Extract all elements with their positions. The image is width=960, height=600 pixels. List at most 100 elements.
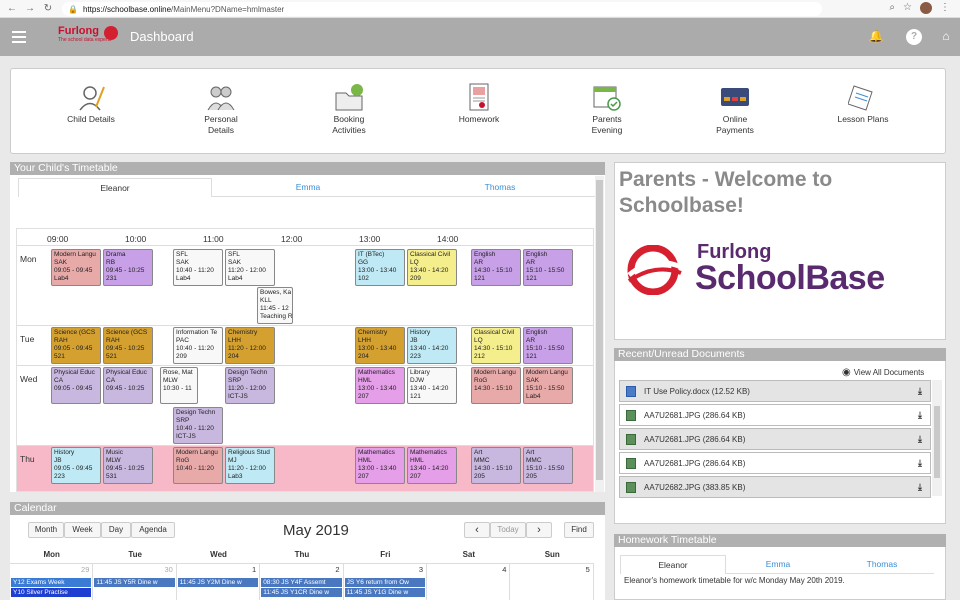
timetable-lesson[interactable]: Music MLW 09:45 - 10:25 531 (103, 447, 153, 484)
home-icon[interactable]: ⌂ (938, 29, 954, 45)
calendar-event[interactable]: 11:45 JS Y1G Dine w (344, 588, 425, 597)
timetable-tab-thomas[interactable]: Thomas (404, 178, 596, 197)
homework-tab-thomas[interactable]: Thomas (830, 555, 934, 574)
calendar-event[interactable]: Y12 Exams Week (11, 578, 92, 587)
today-button[interactable]: Today (490, 522, 526, 538)
quick-link-label: Personal Details (204, 114, 238, 135)
view-all-documents-link[interactable]: ◉ View All Documents (842, 367, 924, 378)
timetable-tab-eleanor[interactable]: Eleanor (18, 178, 212, 197)
calendar-day-cell[interactable]: 3 JS Y6 return from Ow 11:45 JS Y1G Dine w (343, 563, 427, 600)
reload-icon[interactable]: ↻ (40, 3, 56, 14)
timetable-lesson[interactable]: Chemistry LHH 11:20 - 12:00 204 (225, 327, 275, 364)
menu-dots-icon[interactable]: ⋮ (940, 2, 950, 14)
timetable-lesson[interactable]: Design Techn SRP 11:20 - 12:00 ICT-JS (225, 367, 275, 404)
homework-tab-emma[interactable]: Emma (726, 555, 830, 574)
timetable-lesson[interactable]: Classical Civil LQ 14:30 - 15:10 212 (471, 327, 521, 364)
timetable-lesson[interactable]: Library DJW 13:40 - 14:20 121 (407, 367, 457, 404)
hamburger-menu-icon[interactable] (12, 31, 26, 43)
download-icon[interactable]: ⤓ (918, 482, 922, 493)
document-row[interactable]: IT Use Policy.docx (12.52 KB) ⤓ (619, 380, 931, 402)
download-icon[interactable]: ⤓ (918, 410, 922, 421)
calendar-event[interactable]: Y10 Silver Practise (11, 588, 92, 597)
zoom-icon[interactable]: ⌕ (889, 2, 895, 14)
calendar-event[interactable]: 11:45 JS Y2M Dine w (177, 578, 259, 587)
timetable-lesson[interactable]: Science (GCS RAH 09:05 - 09:45 521 (51, 327, 101, 364)
calendar-weekday: Wed (210, 550, 227, 559)
timetable-lesson[interactable]: Modern Langu RoG 10:40 - 11:20 (173, 447, 223, 484)
furlong-logo[interactable]: Furlong The school data experts (58, 25, 122, 49)
timetable-lesson[interactable]: Classical Civil LQ 13:40 - 14:20 209 (407, 249, 457, 286)
document-row[interactable]: AA7U2681.JPG (286.64 KB) ⤓ (619, 404, 931, 426)
time-label: 14:00 (437, 234, 459, 244)
timetable-lesson[interactable]: Mathematics HML 13:40 - 14:20 207 (407, 447, 457, 484)
timetable-lesson[interactable]: SFL SAK 10:40 - 11:20 Lab4 (173, 249, 223, 286)
timetable-lesson[interactable]: History JB 13:40 - 14:20 223 (407, 327, 457, 364)
timetable-lesson[interactable]: Modern Langu SAK 09:05 - 09:45 Lab4 (51, 249, 101, 286)
calendar-day-cell[interactable]: 5 (510, 563, 594, 600)
timetable-lesson[interactable]: Chemistry LHH 13:00 - 13:40 204 (355, 327, 405, 364)
quick-link-lesson-plans[interactable]: Lesson Plans (823, 83, 903, 125)
timetable-lesson[interactable]: Mathematics HML 13:00 - 13:40 207 (355, 367, 405, 404)
quick-link-parents-evening[interactable]: Parents Evening (567, 83, 647, 136)
calendar-view-month[interactable]: Month (28, 522, 64, 538)
quick-link-personal-details[interactable]: Personal Details (181, 83, 261, 136)
timetable-lesson[interactable]: Rose, Mat MLW 10:30 - 11 (160, 367, 198, 404)
quick-link-homework[interactable]: Homework (439, 83, 519, 125)
timetable-lesson[interactable]: Art MMC 14:30 - 15:10 205 (471, 447, 521, 484)
calendar-day-cell[interactable]: 29 Y12 Exams Week Y10 Silver Practise (10, 563, 94, 600)
timetable-lesson[interactable]: Drama RB 09:45 - 10:25 231 (103, 249, 153, 286)
avatar[interactable] (920, 2, 932, 14)
back-icon[interactable]: ← (4, 3, 20, 14)
help-icon[interactable]: ? (906, 29, 922, 45)
timetable-lesson[interactable]: English AR 15:10 - 15:50 121 (523, 249, 573, 286)
bookmark-star-icon[interactable]: ☆ (903, 2, 912, 14)
document-row[interactable]: AA7U2681.JPG (286.64 KB) ⤓ (619, 452, 931, 474)
timetable-lesson[interactable]: Modern Langu RoG 14:30 - 15:10 (471, 367, 521, 404)
timetable-lesson[interactable]: Physical Educ CA 09:45 - 10:25 (103, 367, 153, 404)
calendar-event[interactable]: JS Y6 return from Ow (344, 578, 425, 587)
timetable-lesson[interactable]: Religious Stud MJ 11:20 - 12:00 Lab3 (225, 447, 275, 484)
timetable-lesson[interactable]: Science (GCS RAH 09:45 - 10:25 521 (103, 327, 153, 364)
timetable-lesson[interactable]: English AR 14:30 - 15:10 121 (471, 249, 521, 286)
timetable-lesson[interactable]: History JB 09:05 - 09:45 223 (51, 447, 101, 484)
calendar-view-agenda[interactable]: Agenda (131, 522, 175, 538)
page-title: Dashboard (130, 29, 194, 44)
timetable-lesson[interactable]: Design Techn SRP 10:40 - 11:20 ICT-JS (173, 407, 223, 444)
calendar-day-cell[interactable]: 1 11:45 JS Y2M Dine w (176, 563, 261, 600)
timetable-lesson[interactable]: Modern Langu SAK 15:10 - 15:50 Lab4 (523, 367, 573, 404)
next-month-button[interactable]: › (526, 522, 552, 538)
timetable-tab-emma[interactable]: Emma (212, 178, 404, 197)
calendar-day-cell[interactable]: 2 08:30 JS Y4F Assemt 11:45 JS Y1CR Dine w (260, 563, 344, 600)
bell-icon[interactable]: 🔔 (868, 29, 884, 45)
find-button[interactable]: Find (564, 522, 594, 538)
documents-scrollbar[interactable] (932, 380, 942, 496)
calendar-event[interactable]: 11:45 JS Y1CR Dine w (261, 588, 342, 597)
calendar-view-day[interactable]: Day (101, 522, 131, 538)
quick-link-online-payments[interactable]: Online Payments (695, 83, 775, 136)
download-icon[interactable]: ⤓ (918, 434, 922, 445)
timetable-scrollbar[interactable] (595, 176, 604, 492)
timetable-lesson[interactable]: Mathematics HML 13:00 - 13:40 207 (355, 447, 405, 484)
download-icon[interactable]: ⤓ (918, 458, 922, 469)
timetable-lesson[interactable]: SFL SAK 11:20 - 12:00 Lab4 (225, 249, 275, 286)
download-icon[interactable]: ⤓ (918, 386, 922, 397)
timetable-lesson[interactable]: Bowes, Ka KLL 11:45 - 12 Teaching R (257, 287, 293, 324)
homework-tab-eleanor[interactable]: Eleanor (620, 555, 726, 574)
calendar-day-cell[interactable]: 4 (427, 563, 511, 600)
address-bar[interactable]: 🔒 https://schoolbase.online/MainMenu?DNa… (62, 2, 822, 16)
calendar-view-week[interactable]: Week (64, 522, 101, 538)
calendar-event[interactable]: 11:45 JS Y5R Dine w (94, 578, 175, 587)
forward-icon[interactable]: → (22, 3, 38, 14)
calendar-day-cell[interactable]: 30 11:45 JS Y5R Dine w (93, 563, 177, 600)
quick-link-booking-activities[interactable]: Booking Activities (309, 83, 389, 136)
timetable-lesson[interactable]: English AR 15:10 - 15:50 121 (523, 327, 573, 364)
calendar-event[interactable]: 08:30 JS Y4F Assemt (261, 578, 342, 587)
prev-month-button[interactable]: ‹ (464, 522, 490, 538)
document-row[interactable]: AA7U2682.JPG (383.85 KB) ⤓ (619, 476, 931, 498)
document-row[interactable]: AA7U2681.JPG (286.64 KB) ⤓ (619, 428, 931, 450)
timetable-lesson[interactable]: Art MMC 15:10 - 15:50 205 (523, 447, 573, 484)
quick-link-child-details[interactable]: Child Details (51, 83, 131, 125)
timetable-lesson[interactable]: IT (BTec) GG 13:00 - 13:40 102 (355, 249, 405, 286)
timetable-lesson[interactable]: Information Te PAC 10:40 - 11:20 209 (173, 327, 223, 364)
timetable-lesson[interactable]: Physical Educ CA 09:05 - 09:45 (51, 367, 101, 404)
